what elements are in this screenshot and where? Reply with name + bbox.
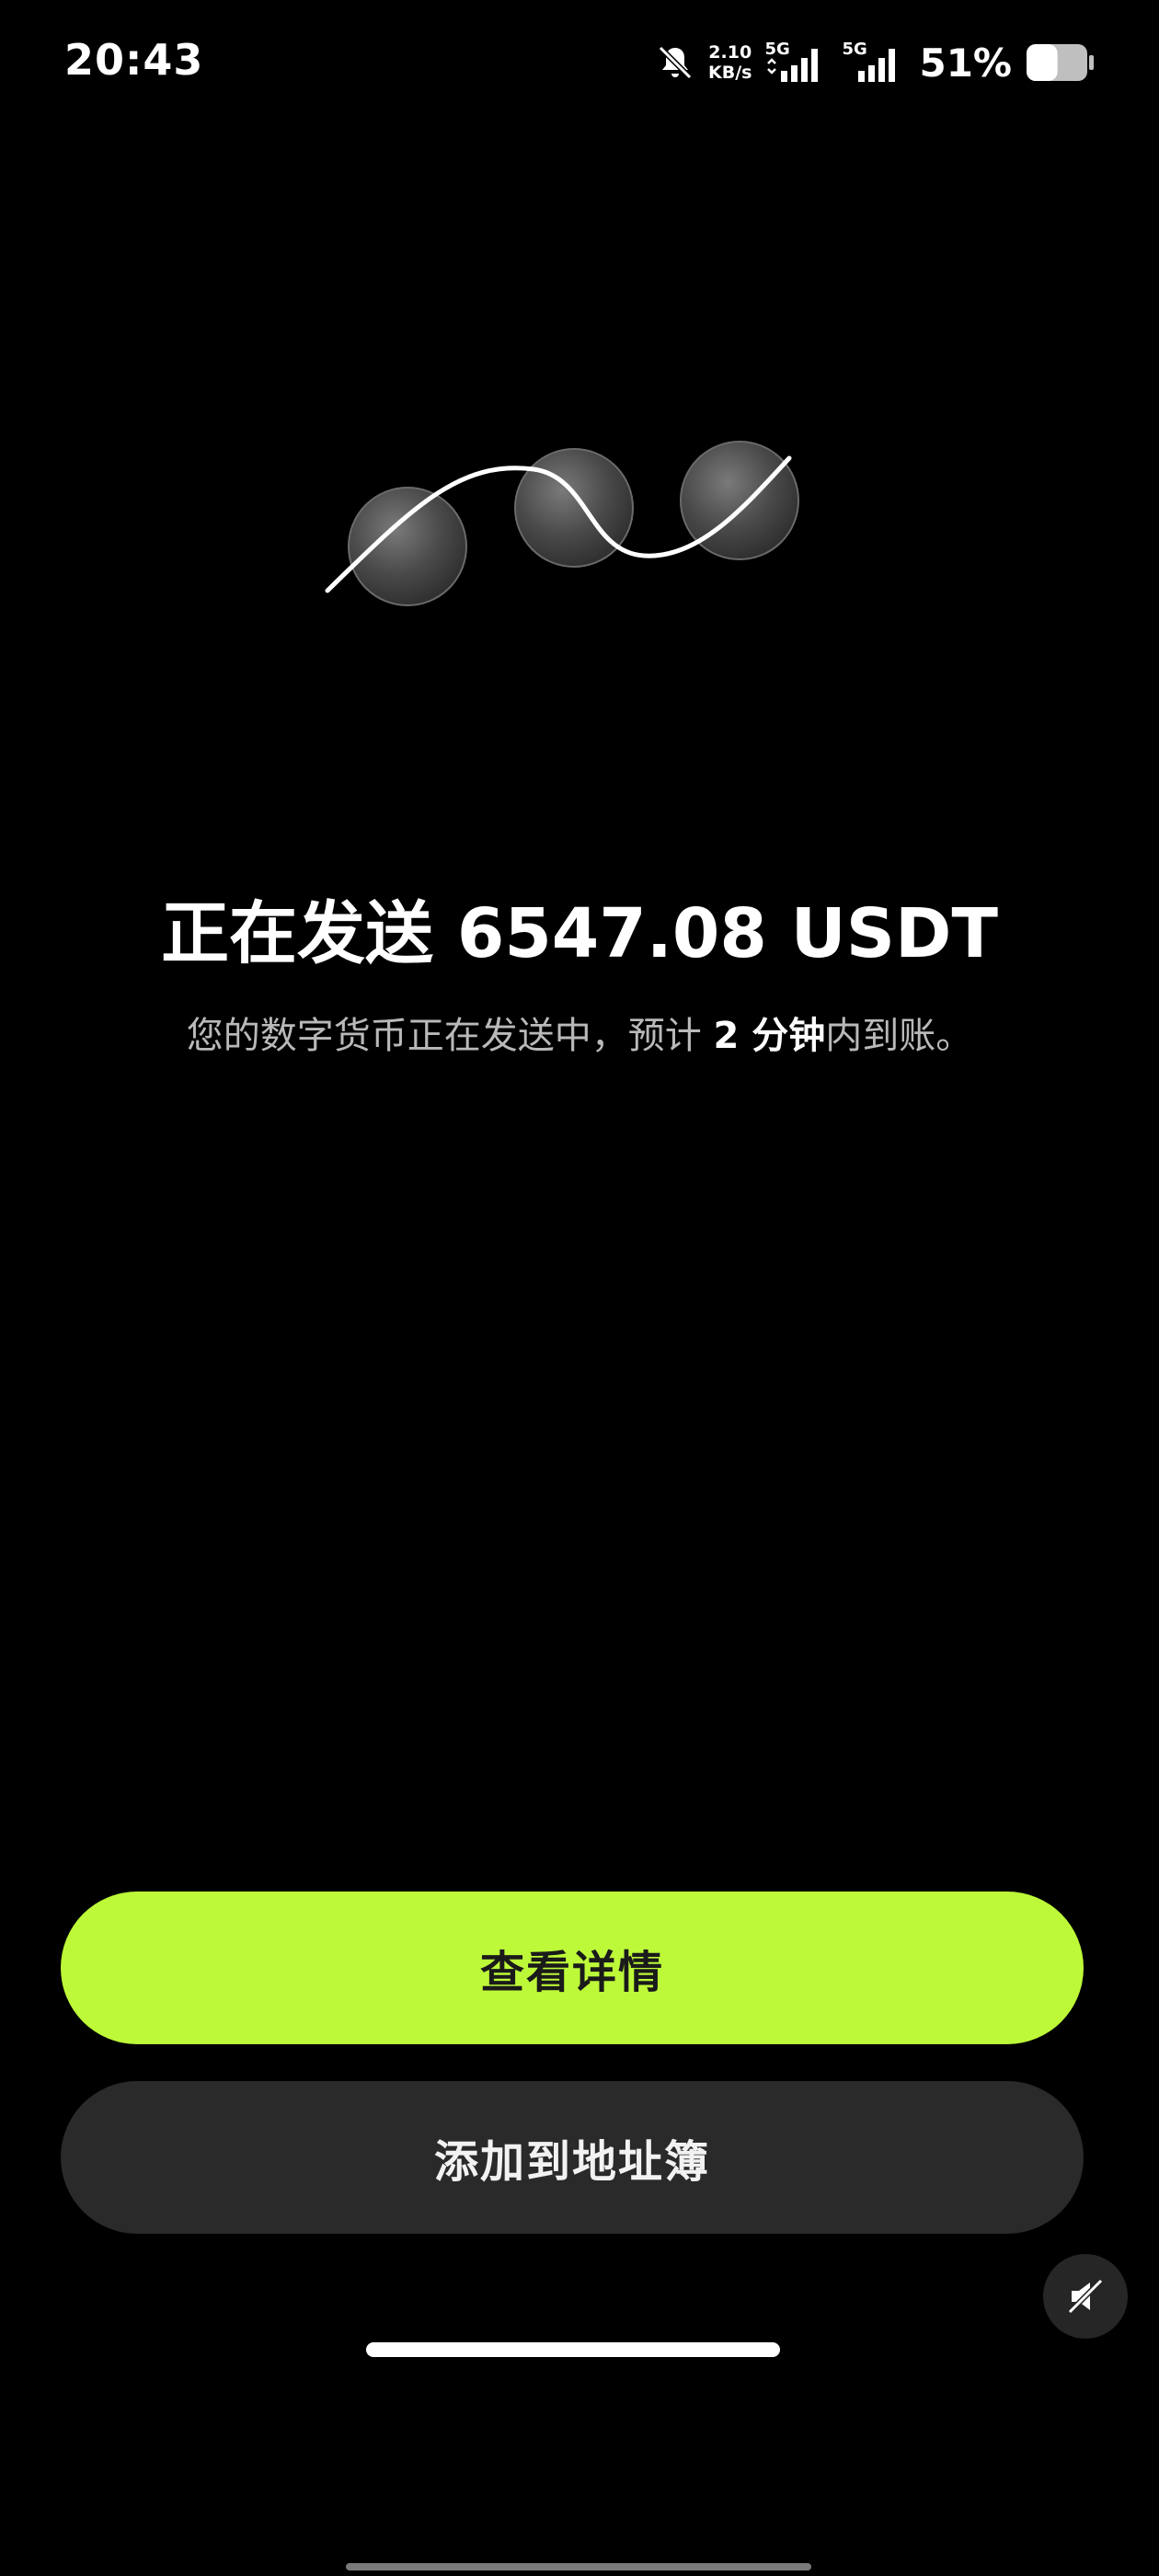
status-icons: 2.10 KB/s 5G 5G 51% (655, 37, 1095, 88)
subtitle-suffix: 内到账。 (825, 1015, 973, 1057)
floating-sound-button[interactable] (1043, 2254, 1128, 2339)
subtitle-prefix: 您的数字货币正在发送中，预计 (186, 1015, 714, 1057)
sphere-middle (514, 448, 634, 568)
view-details-button[interactable]: 查看详情 (61, 1892, 1084, 2044)
signal-icon (767, 49, 819, 82)
system-gesture-bar (346, 2563, 811, 2570)
sim2-signal: 5G (842, 40, 906, 86)
battery-icon (1027, 44, 1094, 81)
bell-muted-icon (658, 45, 693, 80)
eta-text: 2 分钟 (713, 1015, 826, 1057)
network-speed: 2.10 KB/s (708, 42, 752, 83)
status-time: 20:43 (64, 35, 204, 85)
battery-percent: 51% (919, 40, 1012, 86)
network-speed-unit: KB/s (708, 63, 752, 83)
status-bar: 20:43 2.10 KB/s 5G 5G 51% (0, 0, 1159, 129)
sending-animation (325, 441, 799, 606)
sim1-signal: 5G (764, 40, 829, 86)
transaction-subtitle: 您的数字货币正在发送中，预计 2 分钟内到账。 (0, 1006, 1159, 1059)
add-to-address-book-button[interactable]: 添加到地址簿 (61, 2081, 1084, 2234)
home-indicator (366, 2342, 780, 2357)
mute-speaker-icon (1067, 2278, 1104, 2315)
sphere-left (348, 487, 467, 606)
signal-icon (858, 49, 896, 82)
page-title: 正在发送 6547.08 USDT (161, 894, 998, 973)
network-speed-value: 2.10 (708, 42, 752, 63)
